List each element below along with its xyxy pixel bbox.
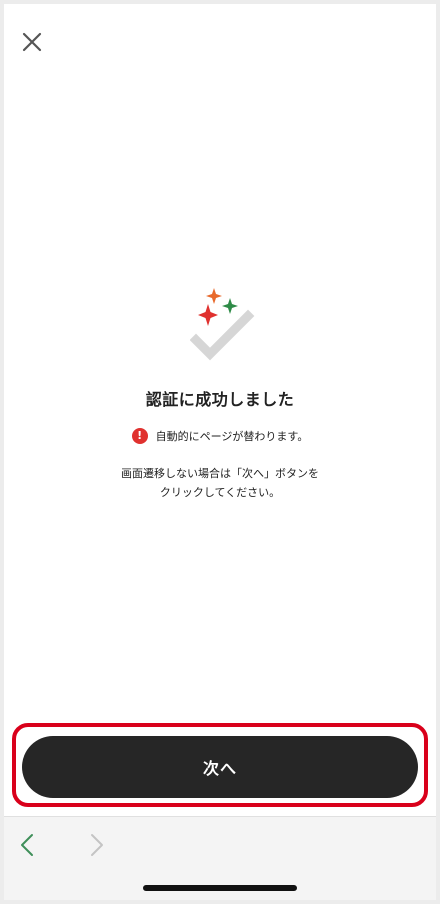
back-button[interactable] bbox=[16, 831, 40, 859]
sparkle-red-icon bbox=[198, 304, 218, 326]
close-icon bbox=[22, 32, 42, 52]
home-indicator bbox=[143, 885, 297, 891]
alert-icon: ! bbox=[131, 428, 148, 444]
sparkle-check-icon bbox=[190, 288, 255, 361]
instructions-text: 画面遷移しない場合は「次へ」ボタンを クリックしてください。 bbox=[4, 464, 436, 502]
sparkle-green-icon bbox=[222, 298, 238, 314]
next-button[interactable]: 次へ bbox=[22, 736, 418, 798]
chevron-right-icon bbox=[91, 834, 103, 856]
check-mark-icon bbox=[190, 309, 255, 361]
instructions-line-1: 画面遷移しない場合は「次へ」ボタンを bbox=[121, 467, 319, 480]
auto-redirect-notice: ! 自動的にページが替わります。 bbox=[4, 428, 436, 444]
auth-success-screen: 認証に成功しました ! 自動的にページが替わります。 画面遷移しない場合は「次へ… bbox=[4, 4, 436, 900]
notice-text: 自動的にページが替わります。 bbox=[155, 430, 309, 443]
browser-toolbar bbox=[4, 816, 436, 900]
chevron-left-icon bbox=[21, 834, 33, 856]
success-title: 認証に成功しました bbox=[145, 390, 295, 409]
forward-button[interactable] bbox=[84, 831, 108, 859]
instructions-line-2: クリックしてください。 bbox=[159, 486, 281, 499]
sparkle-orange-icon bbox=[206, 288, 222, 304]
close-button[interactable] bbox=[18, 28, 46, 56]
